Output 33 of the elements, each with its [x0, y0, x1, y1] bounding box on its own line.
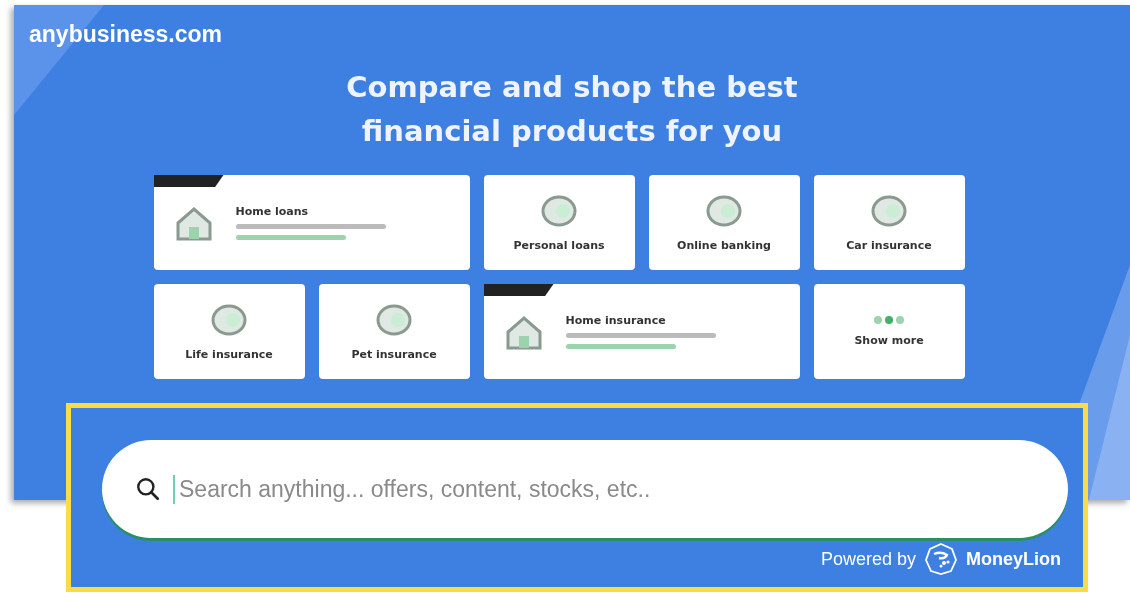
- brand-name[interactable]: MoneyLion: [966, 548, 1061, 570]
- product-card[interactable]: Home insurance: [483, 284, 800, 379]
- powered-by-label: Powered by: [820, 548, 916, 570]
- card-title: Online banking: [677, 239, 771, 252]
- card-title: Pet insurance: [351, 348, 437, 361]
- product-icon: [539, 193, 579, 229]
- hero-heading: Compare and shop the best: [346, 69, 798, 106]
- lion-logo-icon: [925, 543, 957, 575]
- search-bar[interactable]: Search anything... offers, content, stocks, etc..: [102, 440, 1068, 538]
- site-domain[interactable]: anybusiness.com: [29, 21, 223, 48]
- product-card[interactable]: Show more: [813, 284, 965, 379]
- card-title: Home insurance: [565, 314, 667, 327]
- product-card[interactable]: Personal loans: [483, 175, 635, 270]
- card-title: Car insurance: [846, 239, 932, 252]
- card-badge: [153, 175, 224, 187]
- product-card[interactable]: Home loans: [153, 175, 470, 270]
- product-card[interactable]: Car insurance: [813, 175, 965, 270]
- card-title: Home loans: [235, 205, 310, 218]
- product-card[interactable]: Pet insurance: [318, 284, 470, 379]
- product-icon: [704, 193, 744, 229]
- card-title: Life insurance: [185, 348, 273, 361]
- product-card[interactable]: Life insurance: [153, 284, 305, 379]
- product-icon: [209, 302, 249, 338]
- product-card[interactable]: Online banking: [648, 175, 800, 270]
- product-icon: [869, 193, 909, 229]
- card-badge: [483, 284, 554, 296]
- product-icon: [374, 302, 414, 338]
- search-field[interactable]: Search anything... offers, content, stocks, etc..: [173, 474, 1068, 504]
- dots-icon: [874, 316, 904, 324]
- search-icon: [135, 476, 161, 502]
- card-title: Show more: [854, 334, 924, 347]
- card-title: Personal loans: [513, 239, 605, 252]
- hero-heading: financial products for you: [361, 113, 783, 150]
